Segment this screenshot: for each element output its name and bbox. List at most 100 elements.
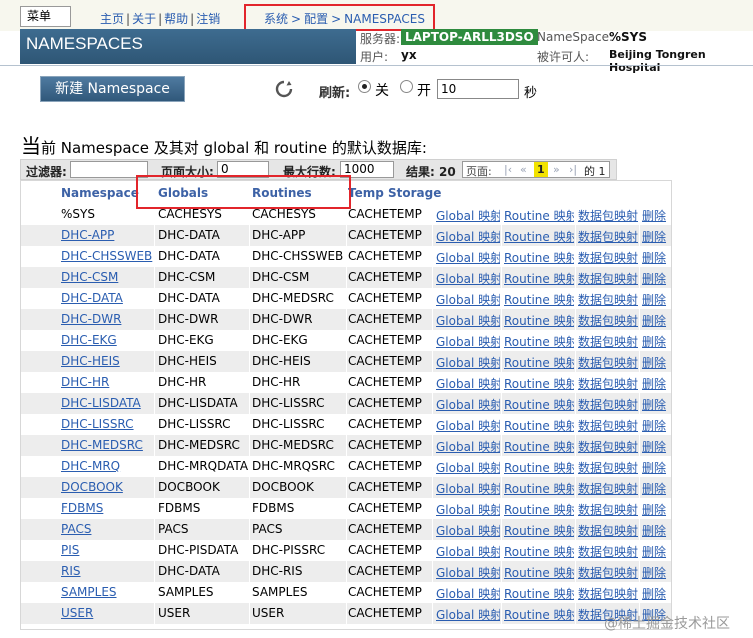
package-mapping-link[interactable]: 数据包映射 xyxy=(578,564,638,581)
refresh-icon[interactable] xyxy=(274,79,294,99)
namespace-cell[interactable]: DHC-CHSSWEB xyxy=(61,249,153,263)
namespace-cell[interactable]: PACS xyxy=(61,522,153,536)
global-mapping-link[interactable]: Global 映射 xyxy=(436,564,500,581)
namespace-cell[interactable]: USER xyxy=(61,606,153,620)
refresh-on-radio[interactable] xyxy=(400,80,413,93)
package-mapping-link[interactable]: 数据包映射 xyxy=(578,501,638,518)
help-link[interactable]: 帮助 xyxy=(164,12,188,26)
global-mapping-link[interactable]: Global 映射 xyxy=(436,543,500,560)
namespace-cell[interactable]: DHC-APP xyxy=(61,228,153,242)
prev-page-icon[interactable]: « xyxy=(520,163,527,176)
global-mapping-link[interactable]: Global 映射 xyxy=(436,312,500,329)
routine-mapping-link[interactable]: Routine 映射 xyxy=(504,585,574,602)
package-mapping-link[interactable]: 数据包映射 xyxy=(578,417,638,434)
package-mapping-link[interactable]: 数据包映射 xyxy=(578,270,638,287)
global-mapping-link[interactable]: Global 映射 xyxy=(436,606,500,623)
delete-link[interactable]: 删除 xyxy=(642,459,668,476)
global-mapping-link[interactable]: Global 映射 xyxy=(436,354,500,371)
global-mapping-link[interactable]: Global 映射 xyxy=(436,501,500,518)
delete-link[interactable]: 删除 xyxy=(642,207,668,224)
routine-mapping-link[interactable]: Routine 映射 xyxy=(504,375,574,392)
namespace-cell[interactable]: DHC-DWR xyxy=(61,312,153,326)
namespace-cell[interactable]: DHC-MRQ xyxy=(61,459,153,473)
delete-link[interactable]: 删除 xyxy=(642,354,668,371)
namespace-cell[interactable]: DHC-EKG xyxy=(61,333,153,347)
package-mapping-link[interactable]: 数据包映射 xyxy=(578,438,638,455)
delete-link[interactable]: 删除 xyxy=(642,333,668,350)
routine-mapping-link[interactable]: Routine 映射 xyxy=(504,354,574,371)
col-header-namespace[interactable]: Namespace xyxy=(61,186,139,200)
package-mapping-link[interactable]: 数据包映射 xyxy=(578,375,638,392)
global-mapping-link[interactable]: Global 映射 xyxy=(436,270,500,287)
global-mapping-link[interactable]: Global 映射 xyxy=(436,396,500,413)
delete-link[interactable]: 删除 xyxy=(642,270,668,287)
global-mapping-link[interactable]: Global 映射 xyxy=(436,417,500,434)
namespace-cell[interactable]: DHC-DATA xyxy=(61,291,153,305)
delete-link[interactable]: 删除 xyxy=(642,480,668,497)
next-page-icon[interactable]: » xyxy=(553,163,560,176)
delete-link[interactable]: 删除 xyxy=(642,522,668,539)
col-header-temp-storage[interactable]: Temp Storage xyxy=(348,186,441,200)
routine-mapping-link[interactable]: Routine 映射 xyxy=(504,333,574,350)
routine-mapping-link[interactable]: Routine 映射 xyxy=(504,543,574,560)
global-mapping-link[interactable]: Global 映射 xyxy=(436,333,500,350)
routine-mapping-link[interactable]: Routine 映射 xyxy=(504,417,574,434)
routine-mapping-link[interactable]: Routine 映射 xyxy=(504,207,574,224)
global-mapping-link[interactable]: Global 映射 xyxy=(436,438,500,455)
current-page[interactable]: 1 xyxy=(534,162,548,177)
routine-mapping-link[interactable]: Routine 映射 xyxy=(504,522,574,539)
namespace-cell[interactable]: PIS xyxy=(61,543,153,557)
package-mapping-link[interactable]: 数据包映射 xyxy=(578,480,638,497)
about-link[interactable]: 关于 xyxy=(132,12,156,26)
delete-link[interactable]: 删除 xyxy=(642,417,668,434)
namespace-cell[interactable]: DHC-HEIS xyxy=(61,354,153,368)
package-mapping-link[interactable]: 数据包映射 xyxy=(578,249,638,266)
first-page-icon[interactable]: |‹ xyxy=(504,163,512,176)
package-mapping-link[interactable]: 数据包映射 xyxy=(578,354,638,371)
menu-button[interactable]: 菜单 xyxy=(20,6,71,27)
delete-link[interactable]: 删除 xyxy=(642,564,668,581)
package-mapping-link[interactable]: 数据包映射 xyxy=(578,291,638,308)
package-mapping-link[interactable]: 数据包映射 xyxy=(578,312,638,329)
namespace-cell[interactable]: DHC-CSM xyxy=(61,270,153,284)
global-mapping-link[interactable]: Global 映射 xyxy=(436,375,500,392)
routine-mapping-link[interactable]: Routine 映射 xyxy=(504,564,574,581)
package-mapping-link[interactable]: 数据包映射 xyxy=(578,228,638,245)
delete-link[interactable]: 删除 xyxy=(642,249,668,266)
routine-mapping-link[interactable]: Routine 映射 xyxy=(504,312,574,329)
package-mapping-link[interactable]: 数据包映射 xyxy=(578,543,638,560)
routine-mapping-link[interactable]: Routine 映射 xyxy=(504,606,574,623)
global-mapping-link[interactable]: Global 映射 xyxy=(436,459,500,476)
package-mapping-link[interactable]: 数据包映射 xyxy=(578,585,638,602)
global-mapping-link[interactable]: Global 映射 xyxy=(436,480,500,497)
global-mapping-link[interactable]: Global 映射 xyxy=(436,249,500,266)
routine-mapping-link[interactable]: Routine 映射 xyxy=(504,270,574,287)
namespace-cell[interactable]: FDBMS xyxy=(61,501,153,515)
logout-link[interactable]: 注销 xyxy=(196,12,220,26)
global-mapping-link[interactable]: Global 映射 xyxy=(436,291,500,308)
routine-mapping-link[interactable]: Routine 映射 xyxy=(504,291,574,308)
refresh-off-radio[interactable] xyxy=(358,80,371,93)
package-mapping-link[interactable]: 数据包映射 xyxy=(578,333,638,350)
namespace-cell[interactable]: DHC-HR xyxy=(61,375,153,389)
routine-mapping-link[interactable]: Routine 映射 xyxy=(504,480,574,497)
namespace-cell[interactable]: DHC-LISDATA xyxy=(61,396,153,410)
namespace-cell[interactable]: SAMPLES xyxy=(61,585,153,599)
last-page-icon[interactable]: ›| xyxy=(569,163,577,176)
package-mapping-link[interactable]: 数据包映射 xyxy=(578,459,638,476)
namespace-cell[interactable]: DHC-MEDSRC xyxy=(61,438,153,452)
delete-link[interactable]: 删除 xyxy=(642,291,668,308)
delete-link[interactable]: 删除 xyxy=(642,438,668,455)
routine-mapping-link[interactable]: Routine 映射 xyxy=(504,228,574,245)
global-mapping-link[interactable]: Global 映射 xyxy=(436,522,500,539)
global-mapping-link[interactable]: Global 映射 xyxy=(436,585,500,602)
delete-link[interactable]: 删除 xyxy=(642,585,668,602)
delete-link[interactable]: 删除 xyxy=(642,501,668,518)
package-mapping-link[interactable]: 数据包映射 xyxy=(578,207,638,224)
delete-link[interactable]: 删除 xyxy=(642,375,668,392)
delete-link[interactable]: 删除 xyxy=(642,396,668,413)
routine-mapping-link[interactable]: Routine 映射 xyxy=(504,438,574,455)
namespace-cell[interactable]: DOCBOOK xyxy=(61,480,153,494)
package-mapping-link[interactable]: 数据包映射 xyxy=(578,522,638,539)
refresh-interval-input[interactable]: 10 xyxy=(437,79,519,99)
